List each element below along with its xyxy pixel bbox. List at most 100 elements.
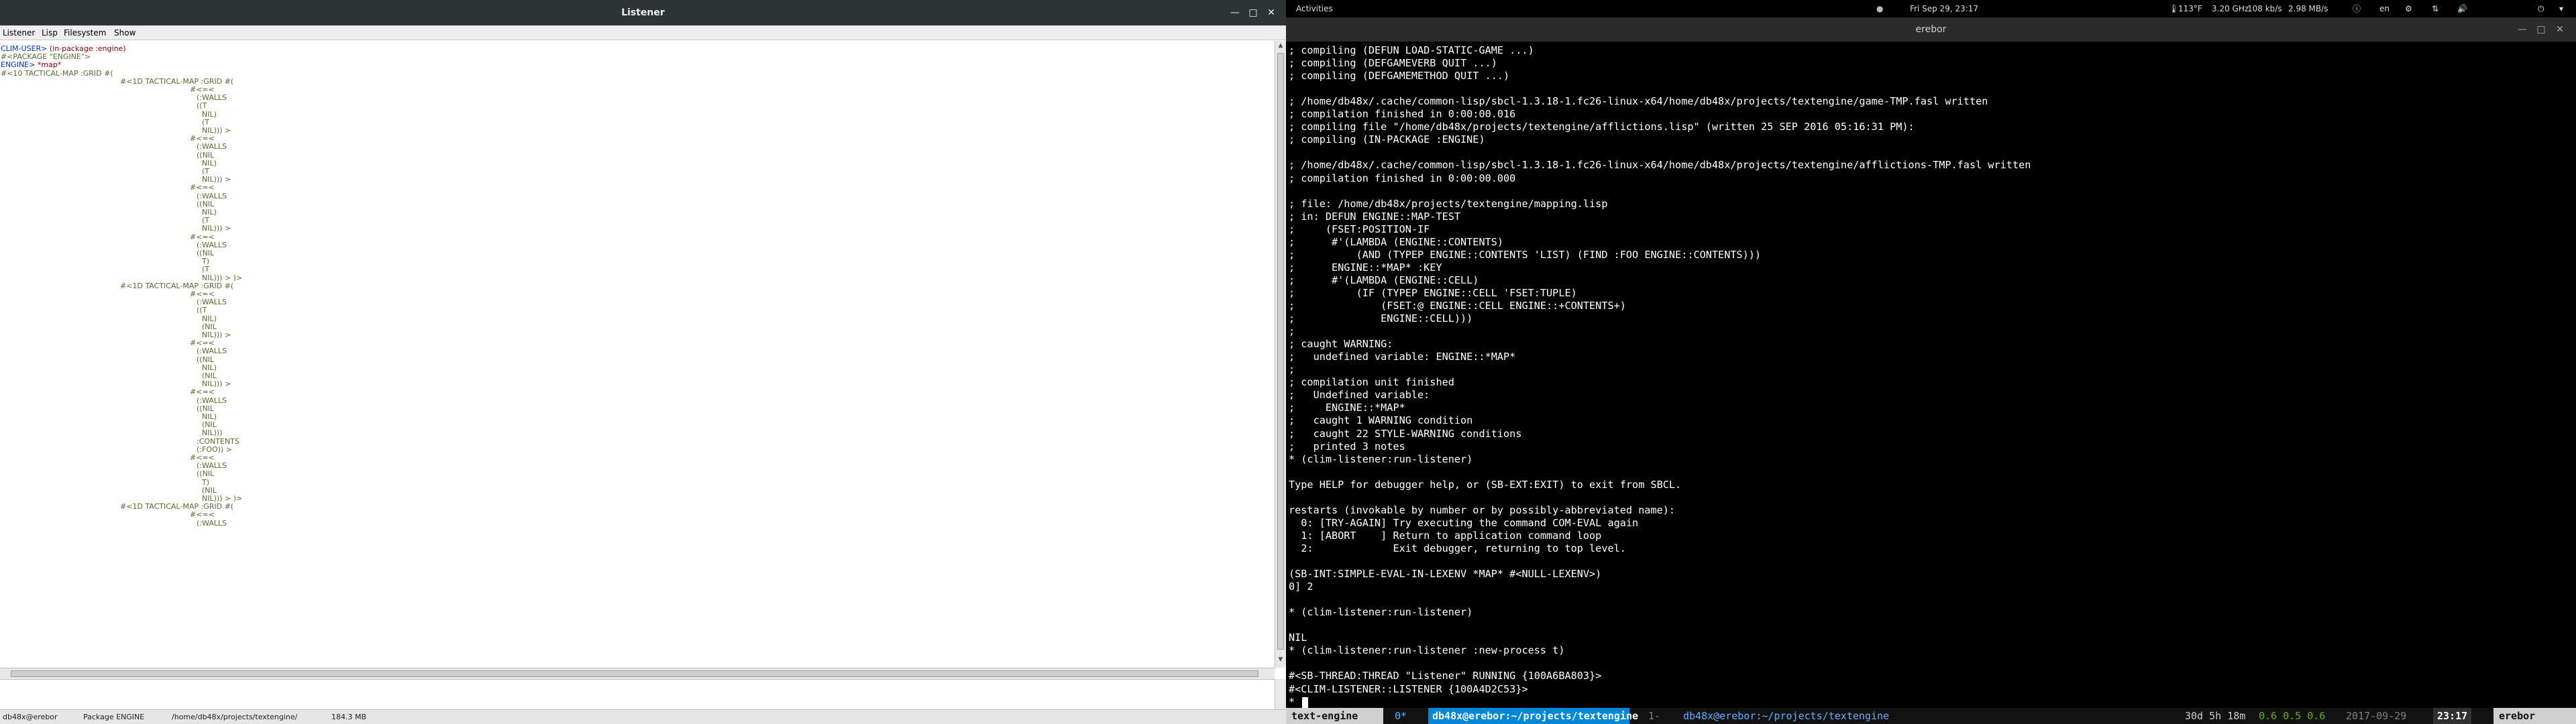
tmux-status-line: text-engine 0* db48x@erebor:~/projects/t… <box>1286 708 2576 724</box>
listener-text: (:WALLS <box>197 298 227 307</box>
listener-input: *map* <box>37 60 62 70</box>
gnome-top-bar: Activities ● Fri Sep 29, 23:17 🌡 113°F 3… <box>1286 0 2576 17</box>
interactor-pane[interactable] <box>0 679 1286 709</box>
status-directory: /home/db48x/projects/textengine/ <box>172 713 298 721</box>
terminal-line: ; undefined variable: ENGINE::*MAP* <box>1289 351 1516 363</box>
listener-titlebar[interactable]: Listener — □ ✕ <box>0 0 1286 25</box>
scroll-down-icon[interactable]: ▼ <box>1275 656 1286 666</box>
tmux-window-0-title[interactable]: db48x@erebor:~/projects/textengine <box>1428 708 1638 724</box>
vertical-scrollbar[interactable]: ▲ ▼ <box>1275 41 1286 668</box>
listener-text: ((NIL <box>197 249 215 257</box>
listener-text: #<=< <box>190 85 215 94</box>
window-title: Listener <box>621 7 665 18</box>
terminal-line: ; (FSET:POSITION-IF <box>1289 223 1430 235</box>
listener-text: (:WALLS <box>197 461 227 471</box>
terminal-line: ; in: DEFUN ENGINE::MAP-TEST <box>1289 210 1461 223</box>
cpu-frequency: 3.20 GHz <box>2212 4 2249 13</box>
menu-show[interactable]: Show <box>114 25 136 40</box>
terminal-line: ; (AND (TYPEP ENGINE::CONTENTS 'LIST) (F… <box>1289 248 1762 261</box>
maximize-icon[interactable]: □ <box>1246 5 1260 20</box>
listener-text: ((T <box>197 101 207 111</box>
terminal-line: ; compilation finished in 0:00:00.016 <box>1289 108 1516 121</box>
listener-line: #<1D TACTICAL-MAP :GRID #( <box>120 282 233 290</box>
minimize-icon[interactable]: — <box>1228 5 1242 20</box>
menu-lisp[interactable]: Lisp <box>42 25 58 40</box>
listener-text: NIL))) > <box>202 379 231 389</box>
terminal-line: ; compilation finished in 0:00:00.000 <box>1289 172 1516 184</box>
listener-text: (NIL <box>202 485 217 495</box>
listener-text: NIL) <box>202 363 217 372</box>
listener-line: #<1D TACTICAL-MAP :GRID #( <box>120 77 233 86</box>
listener-line: #<10 TACTICAL-MAP :GRID #( <box>1 69 113 78</box>
listener-text: (:WALLS <box>197 191 227 200</box>
listener-text: #<1D TACTICAL-MAP :GRID #( <box>120 502 234 511</box>
tmux-window-1-title[interactable]: db48x@erebor:~/projects/textengine <box>1683 708 1889 724</box>
minimize-icon[interactable]: — <box>2515 22 2530 37</box>
terminal-line: ; printed 3 notes <box>1289 440 1405 452</box>
terminal-titlebar[interactable]: erebor — □ ✕ <box>1286 17 2576 42</box>
listener-line: #<1D TACTICAL-MAP :GRID #( <box>120 503 233 511</box>
scroll-up-icon[interactable]: ▲ <box>1275 42 1286 52</box>
listener-text: (NIL <box>202 420 217 430</box>
listener-text: #<=< <box>190 339 215 348</box>
terminal-line: * <box>1289 695 1301 708</box>
listener-text: NIL))) > <box>202 175 231 184</box>
close-icon[interactable]: ✕ <box>1264 5 1279 20</box>
listener-text: #<=< <box>190 510 215 520</box>
horizontal-scrollbar[interactable] <box>0 668 1275 679</box>
terminal-line: ; compiling file "/home/db48x/projects/t… <box>1289 121 1915 133</box>
terminal-line: * (clim-listener:run-listener) <box>1289 606 1473 619</box>
terminal-scrollbar[interactable] <box>2567 42 2576 708</box>
listener-text: (T <box>202 167 210 176</box>
clock[interactable]: Fri Sep 29, 23:17 <box>1910 0 1978 17</box>
menu-listener[interactable]: Listener <box>3 25 35 40</box>
power-icon[interactable]: ⏻ <box>2538 0 2544 17</box>
terminal-line: ; compiling (DEFGAMEMETHOD QUIT ...) <box>1289 70 1510 82</box>
terminal-line: ; <box>1289 325 1295 338</box>
close-icon[interactable]: ✕ <box>2553 22 2567 37</box>
listener-text: #<PACKAGE "ENGINE"> <box>1 52 91 62</box>
activities-button[interactable]: Activities <box>1296 0 1333 17</box>
settings-icon[interactable]: ⚙ <box>2405 0 2412 17</box>
status-user: db48x@erebor <box>3 713 58 721</box>
listener-text: ((NIL <box>197 469 215 479</box>
tmux-host: erebor <box>2493 708 2576 724</box>
maximize-icon[interactable]: □ <box>2534 22 2548 37</box>
listener-text: (:WALLS <box>197 396 227 405</box>
net-up: 2.98 MB/s <box>2288 4 2328 13</box>
network-icon[interactable]: ⇅ <box>2432 0 2438 17</box>
listener-text: (:WALLS <box>197 93 227 103</box>
listener-text: NIL))) > )> <box>202 494 243 503</box>
tmux-uptime: 30d 5h 18m <box>2185 710 2246 722</box>
tmux-window-1-index[interactable]: 1- <box>1648 708 1660 724</box>
accessibility-icon[interactable]: ⓘ <box>2353 0 2361 17</box>
listener-text: ((NIL <box>197 355 215 364</box>
listener-text: #<=< <box>190 453 215 462</box>
listener-text: #<=< <box>190 134 215 143</box>
volume-icon[interactable]: 🔊 <box>2457 0 2467 17</box>
listener-text: (T <box>202 117 210 127</box>
chevron-down-icon[interactable]: ▾ <box>2559 0 2563 17</box>
listener-text: NIL) <box>202 314 217 323</box>
terminal-line: ; caught 22 STYLE-WARNING conditions <box>1289 427 1522 440</box>
terminal-line: * (clim-listener:run-listener) <box>1289 452 1473 465</box>
interactor-scrollbar[interactable] <box>1275 679 1286 709</box>
scrollbar-thumb[interactable] <box>1277 53 1284 650</box>
menu-filesystem[interactable]: Filesystem <box>64 25 106 40</box>
terminal-output[interactable]: ; compiling (DEFUN LOAD-STATIC-GAME ...)… <box>1286 42 2576 708</box>
listener-text: NIL))) > <box>202 330 231 339</box>
listener-output-pane[interactable]: CLIM-USER> (in-package :engine) #<PACKAGE… <box>0 41 1275 668</box>
keyboard-layout[interactable]: en <box>2379 0 2390 17</box>
terminal-line: ; ENGINE::*MAP* :KEY <box>1289 261 1442 274</box>
terminal-title: erebor <box>1915 24 1947 35</box>
notification-icon[interactable]: ● <box>1876 0 1883 17</box>
listener-text: ((NIL <box>197 404 215 413</box>
tmux-window-0-index[interactable]: 0* <box>1395 708 1407 724</box>
listener-text: NIL))) > )> <box>202 273 243 282</box>
scrollbar-thumb[interactable] <box>11 670 1258 677</box>
terminal-line: ; #'(LAMBDA (ENGINE::CONTENTS) <box>1289 235 1504 248</box>
terminal-line: * (clim-listener:run-listener :new-proce… <box>1289 644 1565 657</box>
listener-text: (T <box>202 265 210 274</box>
listener-text: ((NIL <box>197 150 215 160</box>
terminal-line: Type HELP for debugger help, or (SB-EXT:… <box>1289 478 1682 491</box>
